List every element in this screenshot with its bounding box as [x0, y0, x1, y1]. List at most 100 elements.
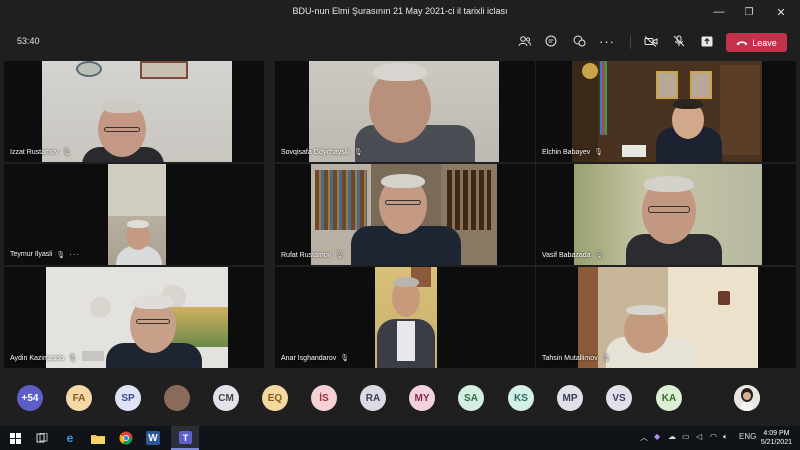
video-tile[interactable]: Elchin Babayev 🎙︎	[536, 61, 796, 162]
windows-start-icon[interactable]	[6, 429, 24, 447]
chevron-up-icon[interactable]: ︿	[640, 432, 648, 443]
participant-strip: +54 FA SP CM EQ İS RA MY SA KS MP VS KA	[0, 370, 800, 426]
file-explorer-icon[interactable]	[89, 429, 107, 447]
participant-name: Anar Isghandarov	[281, 354, 337, 362]
participant-name: Vasif Babazada	[542, 251, 591, 259]
participant-video	[108, 164, 166, 265]
volume-icon[interactable]: ◁	[696, 432, 702, 441]
participant-name: Teymur Ilyasli	[10, 251, 53, 258]
meeting-timer: 53:40	[17, 36, 40, 46]
mic-off-icon: 🎙︎	[56, 251, 66, 259]
window-titlebar: BDU-nun Elmi Şurasının 21 May 2021-ci il…	[0, 0, 800, 24]
clock-date: 5/21/2021	[760, 439, 792, 446]
video-tile[interactable]: Sovqisafa Goychayski 🎙︎	[275, 61, 535, 162]
leave-label: Leave	[752, 37, 777, 48]
avatar[interactable]: FA	[66, 385, 92, 411]
meeting-header: 53:40 ··· Leave	[0, 24, 800, 58]
phone-hangup-icon	[736, 40, 748, 45]
avatar[interactable]: SA	[458, 385, 484, 411]
more-participants-badge[interactable]: +54	[17, 385, 43, 411]
speaker-icon[interactable]: 🔈︎	[723, 432, 728, 442]
chat-icon[interactable]	[540, 32, 562, 50]
avatar[interactable]: MY	[409, 385, 435, 411]
participant-nameplate: Rufat Rustamov 🎙︎	[281, 251, 345, 260]
teams-taskbar-button[interactable]: T	[171, 426, 199, 450]
video-tile[interactable]: Rufat Rustamov 🎙︎	[275, 164, 535, 265]
clock-time: 4:09 PM	[763, 430, 790, 437]
leave-button[interactable]: Leave	[726, 33, 787, 52]
more-icon[interactable]: ···	[596, 32, 618, 50]
mic-off-icon: 🎙︎	[594, 149, 604, 156]
avatar[interactable]: KS	[508, 385, 534, 411]
avatar[interactable]: MP	[557, 385, 583, 411]
participant-name: Tahsin Mutallimov	[542, 354, 598, 362]
windows-taskbar: e W T ︿ ◆ ☁ ▭ ◁ ◠ 🔈︎ ENG 4:09 PM 5/21/20…	[0, 426, 800, 450]
teams-tray-icon[interactable]: ◆	[654, 432, 660, 441]
avatar[interactable]: SP	[115, 385, 141, 411]
camera-off-icon[interactable]	[640, 32, 662, 50]
participant-nameplate: Izzat Rustamov 🎙︎	[10, 148, 72, 157]
people-icon[interactable]	[513, 32, 535, 50]
participant-nameplate: Vasif Babazada 🎙︎	[542, 251, 604, 260]
video-tile[interactable]: Tahsin Mutallimov 🎙︎	[536, 267, 796, 368]
word-app-icon[interactable]: W	[146, 431, 160, 445]
video-tile[interactable]: Teymur Ilyasli 🎙︎ ···	[4, 164, 264, 265]
mic-off-icon: 🎙︎	[340, 355, 350, 362]
participant-video	[572, 61, 762, 162]
task-view-icon[interactable]	[33, 429, 51, 447]
cloud-icon[interactable]: ☁	[668, 432, 676, 441]
participant-nameplate: Aydin Kazimzada 🎙︎	[10, 354, 77, 363]
share-icon[interactable]	[696, 32, 718, 50]
video-grid: Izzat Rustamov 🎙︎ Sovqisafa Goychayski 🎙…	[4, 61, 796, 368]
mic-off-icon: 🎙︎	[62, 149, 72, 156]
participant-video	[46, 267, 228, 368]
participant-video	[574, 164, 762, 265]
participant-nameplate: Elchin Babayev 🎙︎	[542, 148, 604, 157]
maximize-button[interactable]: ❐	[734, 0, 764, 24]
participant-name: Izzat Rustamov	[10, 148, 59, 156]
participant-nameplate: Tahsin Mutallimov 🎙︎	[542, 354, 611, 363]
avatar[interactable]	[164, 385, 190, 411]
mic-off-icon: 🎙︎	[594, 252, 604, 259]
video-tile[interactable]: Anar Isghandarov 🎙︎	[275, 267, 535, 368]
participant-nameplate: Anar Isghandarov 🎙︎	[281, 354, 350, 363]
mic-off-icon: 🎙︎	[353, 149, 363, 156]
video-tile[interactable]: Aydin Kazimzada 🎙︎	[4, 267, 264, 368]
mic-off-icon: 🎙︎	[601, 355, 611, 362]
network-icon[interactable]: ▭	[682, 432, 690, 441]
more-options-icon[interactable]: ···	[69, 250, 80, 259]
participant-video	[375, 267, 437, 368]
system-clock[interactable]: 4:09 PM 5/21/2021	[761, 429, 792, 447]
participant-nameplate: Teymur Ilyasli 🎙︎ ···	[10, 250, 80, 259]
participant-video	[42, 61, 232, 162]
participant-video	[309, 61, 499, 162]
video-tile[interactable]: Izzat Rustamov 🎙︎	[4, 61, 264, 162]
participant-video	[311, 164, 497, 265]
wifi-icon[interactable]: ◠	[710, 432, 717, 441]
avatar[interactable]: İS	[311, 385, 337, 411]
mic-off-icon: 🎙︎	[67, 355, 77, 362]
participant-nameplate: Sovqisafa Goychayski 🎙︎	[281, 148, 363, 157]
avatar[interactable]: EQ	[262, 385, 288, 411]
avatar[interactable]: VS	[606, 385, 632, 411]
participant-video	[578, 267, 758, 368]
mic-off-icon: 🎙︎	[335, 252, 345, 259]
window-title: BDU-nun Elmi Şurasının 21 May 2021-ci il…	[292, 6, 508, 16]
header-divider	[630, 35, 631, 49]
keyboard-language[interactable]: ENG	[739, 432, 756, 441]
minimize-button[interactable]: —	[704, 0, 734, 24]
avatar[interactable]: RA	[360, 385, 386, 411]
close-window-button[interactable]: ✕	[766, 0, 796, 24]
mic-off-icon[interactable]	[668, 32, 690, 50]
edge-browser-icon[interactable]: e	[61, 429, 79, 447]
chrome-browser-icon[interactable]	[117, 429, 135, 447]
participant-name: Sovqisafa Goychayski	[281, 148, 350, 156]
video-tile[interactable]: Vasif Babazada 🎙︎	[536, 164, 796, 265]
avatar[interactable]: CM	[213, 385, 239, 411]
teams-app-icon: T	[179, 431, 192, 444]
participant-name: Aydin Kazimzada	[10, 354, 64, 362]
participant-name: Rufat Rustamov	[281, 251, 332, 259]
avatar[interactable]: KA	[656, 385, 682, 411]
reactions-icon[interactable]	[568, 32, 590, 50]
self-avatar[interactable]	[734, 385, 760, 411]
